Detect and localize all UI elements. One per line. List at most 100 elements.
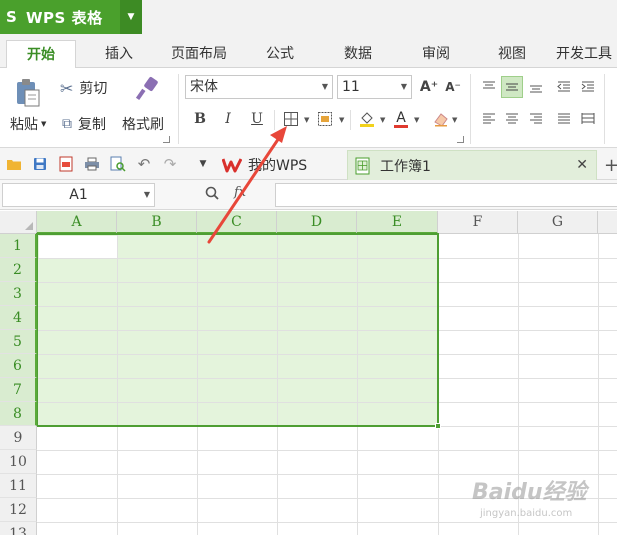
- print-icon[interactable]: [83, 155, 101, 173]
- redo-icon[interactable]: ↷: [161, 155, 179, 173]
- column-header-h[interactable]: [598, 211, 617, 234]
- align-right-button[interactable]: [525, 108, 547, 130]
- doc-tab-workbook-label: 工作簿1: [380, 158, 431, 175]
- row-header-12[interactable]: 12: [0, 498, 37, 522]
- doc-tab-workbook[interactable]: 工作簿1 ✕: [347, 150, 597, 180]
- group-separator-2: [470, 74, 471, 144]
- italic-button[interactable]: I: [217, 108, 239, 130]
- borders-button[interactable]: [280, 108, 302, 130]
- row-header-10[interactable]: 10: [0, 450, 37, 474]
- clipboard-dialog-launcher[interactable]: [163, 136, 170, 143]
- formula-bar: A1 ▼ fx: [0, 180, 617, 210]
- font-color-swatch: [394, 124, 408, 128]
- column-header-a[interactable]: A: [37, 211, 117, 234]
- save-icon[interactable]: [31, 155, 49, 173]
- paste-dropdown-icon[interactable]: ▼: [41, 120, 46, 128]
- align-center-button[interactable]: [501, 108, 523, 130]
- print-preview-icon[interactable]: [109, 155, 127, 173]
- new-tab-button[interactable]: +: [604, 150, 617, 180]
- column-header-f[interactable]: F: [438, 211, 518, 234]
- bold-button[interactable]: B: [189, 108, 211, 130]
- select-all-button[interactable]: [0, 211, 37, 234]
- fill-color-dropdown-icon[interactable]: ▼: [380, 116, 385, 124]
- name-box-dropdown-icon[interactable]: ▼: [144, 184, 150, 206]
- align-left-icon: [483, 113, 495, 124]
- zoom-search-icon[interactable]: [204, 185, 222, 203]
- clear-format-dropdown-icon[interactable]: ▼: [452, 116, 457, 124]
- row-header-3[interactable]: 3: [0, 282, 37, 306]
- align-left-button[interactable]: [478, 108, 500, 130]
- borders-icon: [284, 112, 298, 126]
- align-bottom-button[interactable]: [525, 76, 547, 98]
- cut-label: 剪切: [79, 81, 108, 97]
- underline-button[interactable]: U: [246, 108, 268, 130]
- row-header-4[interactable]: 4: [0, 306, 37, 330]
- increase-indent-button[interactable]: [577, 76, 599, 98]
- close-tab-icon[interactable]: ✕: [576, 157, 588, 173]
- row-header-5[interactable]: 5: [0, 330, 37, 354]
- row-header-7[interactable]: 7: [0, 378, 37, 402]
- tab-page-layout[interactable]: 页面布局: [160, 40, 238, 68]
- align-middle-icon: [506, 83, 518, 91]
- app-menu-dropdown-icon[interactable]: ▼: [120, 0, 142, 34]
- ribbon-tabs: 开始 插入 页面布局 公式 数据 审阅 视图 开发工具: [0, 34, 617, 69]
- tab-view[interactable]: 视图: [484, 40, 540, 68]
- font-dialog-launcher[interactable]: [457, 136, 464, 143]
- doc-tab-my-wps-label: 我的WPS: [248, 158, 308, 174]
- justify-button[interactable]: [553, 108, 575, 130]
- row-header-11[interactable]: 11: [0, 474, 37, 498]
- tab-developer[interactable]: 开发工具: [556, 40, 617, 68]
- decrease-indent-button[interactable]: [553, 76, 575, 98]
- column-header-b[interactable]: B: [117, 211, 197, 234]
- row-header-2[interactable]: 2: [0, 258, 37, 282]
- group-separator-3: [604, 74, 605, 144]
- column-header-d[interactable]: D: [277, 211, 357, 234]
- row-header-9[interactable]: 9: [0, 426, 37, 450]
- font-size-select[interactable]: 11 ▼: [337, 75, 412, 99]
- column-header-g[interactable]: G: [518, 211, 598, 234]
- row-header-8[interactable]: 8: [0, 402, 37, 426]
- undo-icon[interactable]: ↶: [135, 155, 153, 173]
- format-painter-icon[interactable]: [134, 76, 160, 102]
- merge-cells-button[interactable]: [314, 108, 336, 130]
- customize-qat-dropdown-icon[interactable]: ▼: [194, 155, 212, 173]
- formula-input[interactable]: [275, 183, 617, 207]
- paste-icon[interactable]: [14, 78, 44, 108]
- merge-dropdown-icon[interactable]: ▼: [339, 116, 344, 124]
- fill-color-button[interactable]: [356, 108, 378, 130]
- font-color-dropdown-icon[interactable]: ▼: [414, 116, 419, 124]
- clear-format-button[interactable]: [430, 108, 452, 130]
- row-header-13[interactable]: 13: [0, 522, 37, 535]
- font-color-button[interactable]: A: [390, 108, 412, 130]
- app-menu-button[interactable]: S WPS 表格 ▼: [0, 0, 142, 34]
- font-name-select[interactable]: 宋体 ▼: [185, 75, 333, 99]
- tab-home[interactable]: 开始: [6, 40, 76, 69]
- tab-insert[interactable]: 插入: [84, 40, 154, 68]
- open-folder-icon[interactable]: [5, 155, 23, 173]
- export-pdf-icon[interactable]: [57, 155, 75, 173]
- cut-button[interactable]: ✂ 剪切: [60, 78, 107, 98]
- column-header-e[interactable]: E: [357, 211, 438, 234]
- copy-button[interactable]: ⧉ 复制: [62, 114, 106, 134]
- merge-cells-icon: [318, 112, 332, 126]
- paste-button[interactable]: 粘贴 ▼: [10, 114, 46, 134]
- fill-handle[interactable]: [435, 423, 441, 429]
- grow-font-button[interactable]: A⁺: [418, 76, 440, 98]
- format-painter-button[interactable]: 格式刷: [122, 114, 164, 134]
- row-header-6[interactable]: 6: [0, 354, 37, 378]
- group-separator: [178, 74, 179, 144]
- align-top-button[interactable]: [478, 76, 500, 98]
- column-header-c[interactable]: C: [197, 211, 277, 234]
- tab-formulas[interactable]: 公式: [250, 40, 310, 68]
- name-box[interactable]: A1 ▼: [2, 183, 155, 207]
- insert-function-button[interactable]: fx: [234, 185, 246, 200]
- shrink-font-button[interactable]: A⁻: [442, 76, 464, 98]
- borders-dropdown-icon[interactable]: ▼: [304, 116, 309, 124]
- row-header-1[interactable]: 1: [0, 234, 37, 258]
- tab-review[interactable]: 审阅: [408, 40, 464, 68]
- align-middle-button[interactable]: [501, 76, 523, 98]
- cell-reference: A1: [69, 187, 88, 203]
- tab-data[interactable]: 数据: [330, 40, 386, 68]
- distributed-align-button[interactable]: [577, 108, 599, 130]
- doc-tab-my-wps[interactable]: 我的WPS: [222, 150, 346, 180]
